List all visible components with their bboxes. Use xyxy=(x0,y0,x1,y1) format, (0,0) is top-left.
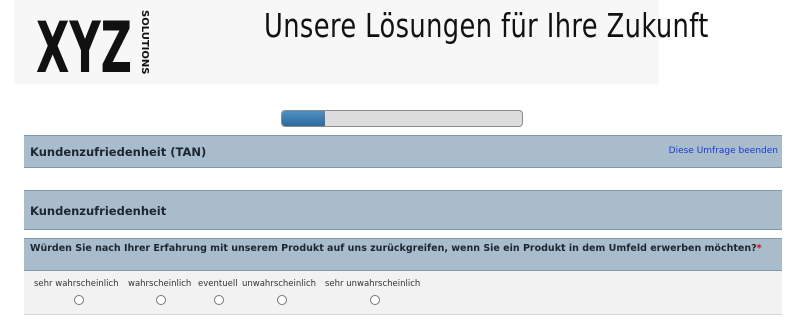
company-logo: XYZ SOLUTIONS xyxy=(36,8,150,80)
group-title: Kundenzufriedenheit xyxy=(30,204,167,218)
radio-sehr-unwahrscheinlich[interactable] xyxy=(370,295,380,305)
required-marker: * xyxy=(756,243,762,254)
question-text: Würden Sie nach Ihrer Erfahrung mit unse… xyxy=(30,243,776,254)
header-banner: XYZ SOLUTIONS Unsere Lösungen für Ihre Z… xyxy=(14,0,708,84)
question-bar: Würden Sie nach Ihrer Erfahrung mit unse… xyxy=(24,238,782,271)
option-label-sehr-wahrscheinlich: sehr wahrscheinlich xyxy=(34,279,119,289)
survey-title: Kundenzufriedenheit (TAN) xyxy=(30,145,207,159)
survey-title-bar: Kundenzufriedenheit (TAN) Diese Umfrage … xyxy=(24,135,782,168)
header-tagline: Unsere Lösungen für Ihre Zukunft xyxy=(264,6,709,45)
option-label-eventuell: eventuell xyxy=(198,279,238,289)
logo-text: XYZ xyxy=(36,8,132,80)
group-title-bar: Kundenzufriedenheit xyxy=(24,190,782,230)
option-label-unwahrscheinlich: unwahrscheinlich xyxy=(242,279,317,289)
option-label-wahrscheinlich: wahrscheinlich xyxy=(128,279,192,289)
radio-sehr-wahrscheinlich[interactable] xyxy=(74,295,84,305)
progress-bar xyxy=(281,110,523,127)
radio-unwahrscheinlich[interactable] xyxy=(277,295,287,305)
answer-options: sehr wahrscheinlich wahrscheinlich event… xyxy=(24,271,782,315)
radio-eventuell[interactable] xyxy=(214,295,224,305)
logo-subtext: SOLUTIONS xyxy=(139,10,150,74)
radio-wahrscheinlich[interactable] xyxy=(156,295,166,305)
option-label-sehr-unwahrscheinlich: sehr unwahrscheinlich xyxy=(325,279,421,289)
progress-fill xyxy=(282,111,326,126)
question-label: Würden Sie nach Ihrer Erfahrung mit unse… xyxy=(30,243,757,254)
exit-survey-link[interactable]: Diese Umfrage beenden xyxy=(669,146,778,156)
